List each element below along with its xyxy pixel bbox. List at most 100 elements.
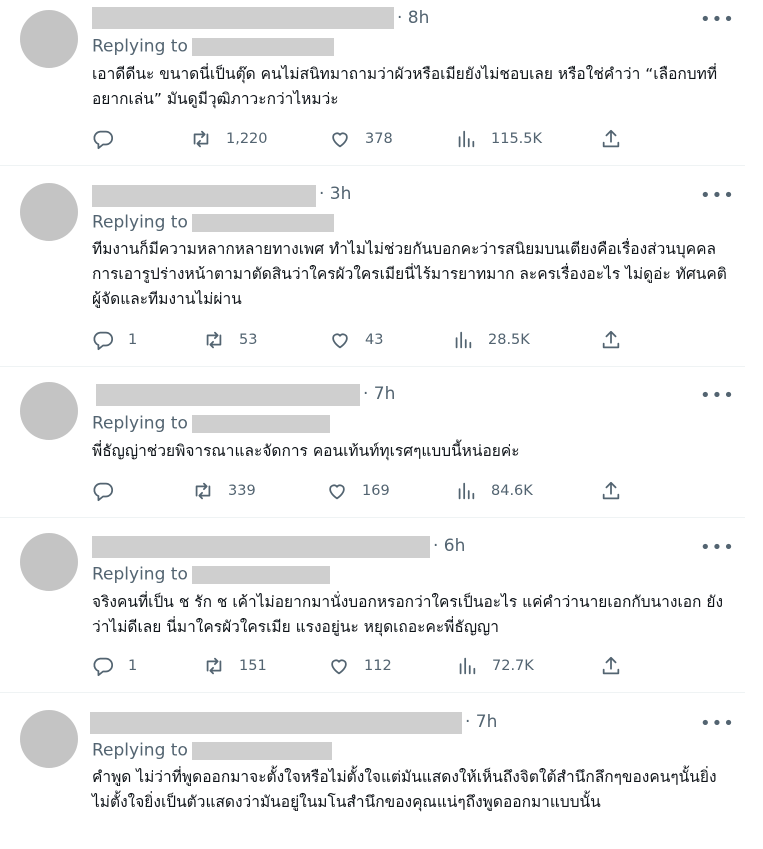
avatar[interactable]: [20, 533, 78, 591]
share-icon: [602, 129, 620, 148]
like-count: 169: [362, 483, 390, 499]
like-button[interactable]: 378: [329, 127, 393, 151]
reply-tweet[interactable]: · 8h ••• Replying to เอาดีดีนะ ขนาดนี่เป…: [0, 0, 745, 166]
repost-button[interactable]: 151: [203, 654, 267, 678]
share-icon: [602, 656, 620, 675]
like-button[interactable]: 169: [326, 479, 390, 503]
reply-icon: [93, 657, 114, 677]
replying-to: Replying to: [92, 212, 334, 234]
avatar[interactable]: [20, 183, 78, 241]
views-button[interactable]: 84.6K: [455, 479, 533, 503]
tweet-text: ทีมงานก็มีความหลากหลายทางเพศ ทำไมไม่ช่วย…: [92, 240, 727, 308]
reply-count: 1: [128, 658, 138, 674]
more-options-icon[interactable]: •••: [700, 387, 735, 405]
view-count: 72.7K: [492, 658, 534, 674]
reply-button[interactable]: [92, 127, 128, 151]
author-name-redacted[interactable]: [92, 185, 316, 207]
view-count: 84.6K: [491, 483, 533, 499]
share-button[interactable]: [600, 479, 622, 503]
views-button[interactable]: 28.5K: [452, 328, 530, 352]
replying-to-handle-redacted[interactable]: [191, 414, 330, 433]
like-button[interactable]: 43: [329, 328, 383, 352]
reply-icon: [93, 130, 114, 150]
heart-icon: [331, 659, 347, 675]
replying-to-handle-redacted[interactable]: [191, 37, 334, 56]
avatar[interactable]: [20, 10, 78, 68]
views-button[interactable]: 115.5K: [455, 127, 542, 151]
reply-button[interactable]: [92, 479, 128, 503]
reply-count: 1: [128, 332, 138, 348]
replying-to-label: Replying to: [92, 564, 188, 585]
more-options-icon[interactable]: •••: [700, 187, 735, 205]
author-name-redacted[interactable]: [92, 7, 394, 29]
replying-to-handle-redacted[interactable]: [191, 741, 332, 760]
timestamp[interactable]: · 7h: [465, 712, 497, 732]
reply-tweet[interactable]: · 7h ••• Replying to คำพูด ไม่ว่าที่พูดอ…: [0, 693, 745, 849]
timestamp[interactable]: · 6h: [433, 536, 465, 556]
analytics-icon: [458, 482, 475, 500]
analytics-icon: [458, 130, 475, 148]
action-bar: 1 53 43 28.5K: [92, 328, 632, 352]
repost-button[interactable]: 1,220: [190, 127, 268, 151]
share-icon: [602, 330, 620, 349]
view-count: 115.5K: [491, 131, 543, 147]
reply-tweet[interactable]: · 7h ••• Replying to พี่ธัญญ่าช่วยพิจารณ…: [0, 367, 745, 518]
author-name-redacted[interactable]: [90, 712, 462, 734]
reply-feed: · 8h ••• Replying to เอาดีดีนะ ขนาดนี่เป…: [0, 0, 763, 849]
reply-tweet[interactable]: · 3h ••• Replying to ทีมงานก็มีความหลากห…: [0, 166, 745, 367]
timestamp[interactable]: · 8h: [397, 8, 429, 28]
reply-button[interactable]: 1: [92, 328, 137, 352]
like-count: 378: [365, 131, 393, 147]
more-options-icon[interactable]: •••: [700, 715, 735, 733]
repost-icon: [193, 130, 209, 148]
repost-button[interactable]: 339: [192, 479, 256, 503]
share-button[interactable]: [600, 127, 622, 151]
heart-icon: [329, 484, 345, 500]
reply-button[interactable]: 1: [92, 654, 137, 678]
replying-to: Replying to: [92, 740, 332, 762]
replying-to-label: Replying to: [92, 212, 188, 233]
replying-to-label: Replying to: [92, 413, 188, 434]
replying-to-handle-redacted[interactable]: [191, 565, 330, 584]
repost-icon: [195, 482, 211, 500]
reply-icon: [93, 331, 114, 351]
author-name-redacted[interactable]: [92, 536, 430, 558]
avatar[interactable]: [20, 710, 78, 768]
reply-icon: [93, 482, 114, 502]
replying-to-label: Replying to: [92, 740, 188, 761]
like-count: 112: [364, 658, 392, 674]
replying-to: Replying to: [92, 413, 330, 435]
timestamp[interactable]: · 7h: [363, 384, 395, 404]
action-bar: 1,220 378 115.5K: [92, 127, 632, 151]
repost-icon: [206, 331, 222, 349]
author-name-redacted[interactable]: [96, 384, 360, 406]
tweet-text: เอาดีดีนะ ขนาดนี่เป็นตุ๊ด คนไม่สนิทมาถาม…: [92, 65, 718, 108]
repost-button[interactable]: 53: [203, 328, 257, 352]
heart-icon: [332, 132, 348, 148]
replying-to-handle-redacted[interactable]: [191, 213, 334, 232]
heart-icon: [332, 333, 348, 349]
action-bar: 339 169 84.6K: [92, 479, 632, 503]
share-button[interactable]: [600, 654, 622, 678]
more-options-icon[interactable]: •••: [700, 539, 735, 557]
share-button[interactable]: [600, 328, 622, 352]
repost-count: 1,220: [226, 131, 268, 147]
repost-count: 151: [239, 658, 267, 674]
repost-count: 53: [239, 332, 258, 348]
analytics-icon: [459, 657, 476, 675]
reply-tweet[interactable]: · 6h ••• Replying to จริงคนที่เป็น ช รัก…: [0, 518, 745, 693]
tweet-text: คำพูด ไม่ว่าที่พูดออกมาจะตั้งใจหรือไม่ตั…: [92, 768, 717, 811]
analytics-icon: [455, 331, 472, 349]
avatar[interactable]: [20, 382, 78, 440]
like-button[interactable]: 112: [328, 654, 392, 678]
share-icon: [602, 481, 620, 500]
repost-icon: [206, 657, 222, 675]
tweet-text: พี่ธัญญ่าช่วยพิจารณาและจัดการ คอนเท้นท์ท…: [92, 442, 520, 460]
replying-to-label: Replying to: [92, 36, 188, 57]
replying-to: Replying to: [92, 36, 334, 58]
repost-count: 339: [228, 483, 256, 499]
views-button[interactable]: 72.7K: [456, 654, 534, 678]
like-count: 43: [365, 332, 384, 348]
timestamp[interactable]: · 3h: [319, 184, 351, 204]
more-options-icon[interactable]: •••: [700, 11, 735, 29]
